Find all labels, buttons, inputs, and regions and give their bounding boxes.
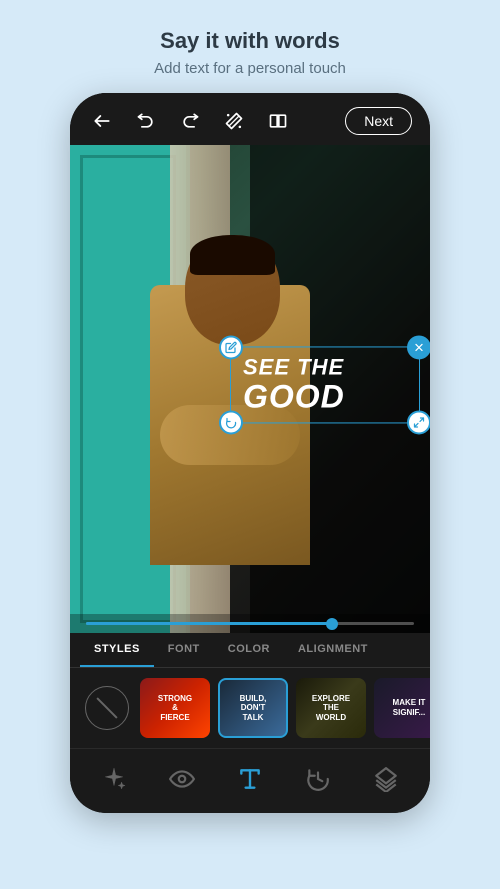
photo-background: SEE THE GOOD (70, 145, 430, 633)
tab-alignment[interactable]: ALIGNMENT (284, 633, 382, 667)
nav-magic-button[interactable] (96, 761, 132, 797)
no-style-line (96, 697, 117, 718)
toolbar-left (88, 107, 292, 135)
hair (190, 235, 275, 275)
text-line-1: SEE THE (243, 355, 407, 379)
style-item-label-2: BUILD,DON'TTALK (236, 690, 271, 727)
text-overlay-container[interactable]: SEE THE GOOD (230, 346, 420, 423)
text-line-2: GOOD (243, 380, 407, 415)
style-item-label-3: EXPLORETHEWORLD (308, 690, 354, 727)
compare-button[interactable] (264, 107, 292, 135)
magic-wand-button[interactable] (220, 107, 248, 135)
slider-bar[interactable] (70, 614, 430, 633)
nav-layers-button[interactable] (368, 761, 404, 797)
image-area: SEE THE GOOD (70, 145, 430, 633)
slider-thumb[interactable] (326, 618, 338, 630)
phone-container: Next (70, 93, 430, 813)
tab-font[interactable]: FONT (154, 633, 214, 667)
style-tabs: STYLES FONT COLOR ALIGNMENT (70, 633, 430, 668)
style-item-label-4: MAKE ITSIGNIF... (389, 694, 430, 721)
back-button[interactable] (88, 107, 116, 135)
text-selection-box[interactable]: SEE THE GOOD (230, 346, 420, 423)
top-toolbar: Next (70, 93, 430, 145)
nav-text-button[interactable] (232, 761, 268, 797)
head (185, 235, 280, 345)
phone-inner: Next (70, 93, 430, 813)
close-handle[interactable] (407, 335, 430, 359)
bottom-nav (70, 748, 430, 813)
header-section: Say it with words Add text for a persona… (134, 0, 366, 93)
toolbar-right: Next (345, 107, 412, 135)
header-title: Say it with words (154, 28, 346, 54)
bottom-panel: STYLES FONT COLOR ALIGNMENT STRONG&FIERC… (70, 633, 430, 813)
style-item-label-1: STRONG&FIERCE (154, 690, 196, 727)
no-style-indicator (85, 686, 129, 730)
slider-track (86, 622, 414, 625)
next-button[interactable]: Next (345, 107, 412, 135)
scale-handle[interactable] (407, 411, 430, 435)
style-item-build-dont-talk[interactable]: BUILD,DON'TTALK (218, 678, 288, 738)
style-items-row: STRONG&FIERCE BUILD,DON'TTALK EXPLORETHE… (70, 668, 430, 748)
undo-button[interactable] (132, 107, 160, 135)
style-item-make-it-signif[interactable]: MAKE ITSIGNIF... (374, 678, 430, 738)
redo-button[interactable] (176, 107, 204, 135)
style-item-none[interactable] (82, 683, 132, 733)
tab-color[interactable]: COLOR (214, 633, 284, 667)
slider-fill (86, 622, 332, 625)
nav-eye-button[interactable] (164, 761, 200, 797)
nav-history-button[interactable] (300, 761, 336, 797)
edit-handle[interactable] (219, 335, 243, 359)
style-item-explore-world[interactable]: EXPLORETHEWORLD (296, 678, 366, 738)
style-item-strong-fierce[interactable]: STRONG&FIERCE (140, 678, 210, 738)
header-subtitle: Add text for a personal touch (154, 60, 346, 77)
tab-styles[interactable]: STYLES (80, 633, 154, 667)
